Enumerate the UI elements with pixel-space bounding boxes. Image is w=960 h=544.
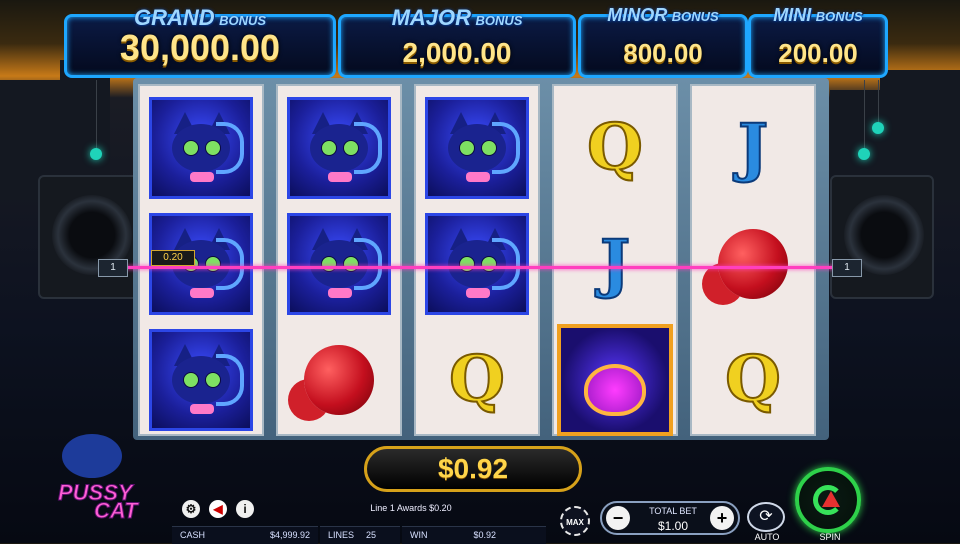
jackpot-mini: MINI BONUS 200.00 (748, 5, 888, 78)
jackpot-mini-subtitle: BONUS (815, 9, 863, 24)
cat-symbol-icon (425, 213, 529, 315)
hanging-light (872, 122, 884, 134)
cat-symbol-icon (149, 97, 253, 199)
cash-label: CASH (180, 530, 206, 540)
payline-marker-left[interactable]: 1 (98, 259, 128, 277)
letter-q-symbol-icon: Q (724, 342, 782, 417)
right-speaker (830, 175, 934, 299)
reel-symbol (140, 90, 262, 206)
jackpot-grand: GRAND BONUS 30,000.00 (64, 5, 336, 78)
cat-symbol-icon (149, 329, 253, 431)
reel-5: JQ (690, 84, 816, 436)
reel-symbol (278, 322, 400, 438)
reel-symbol: J (692, 90, 814, 206)
increase-bet-button[interactable]: + (710, 506, 734, 530)
reel-symbol (278, 206, 400, 322)
payline-1 (120, 266, 840, 269)
payline-marker-right[interactable]: 1 (832, 259, 862, 277)
win-label: WIN (410, 530, 428, 540)
paw-wild-symbol-icon (557, 324, 673, 436)
jackpot-grand-value: 30,000.00 (119, 27, 281, 68)
hanging-light (90, 148, 102, 160)
reel-symbol (692, 206, 814, 322)
cat-symbol-icon (425, 97, 529, 199)
jackpot-minor: MINOR BONUS 800.00 (578, 5, 748, 78)
total-bet-control: − TOTAL BET $1.00 + (600, 501, 740, 535)
cash-stat: CASH $4,999.92 (172, 526, 318, 544)
cash-value: $4,999.92 (269, 530, 310, 540)
hanging-light (858, 148, 870, 160)
reel-symbol (554, 322, 676, 438)
sound-off-icon[interactable]: ◀ (209, 500, 227, 518)
max-bet-button[interactable]: MAX (560, 506, 590, 536)
letter-j-symbol-icon: J (599, 226, 631, 301)
yarn-ball-symbol-icon (304, 345, 374, 415)
reel-symbol: J (554, 206, 676, 322)
reel-symbol (140, 322, 262, 438)
line-win-tag: 0.20 (151, 250, 195, 266)
autoplay-button[interactable]: ⟳ (747, 502, 785, 532)
reel-symbol (416, 90, 538, 206)
jackpot-mini-title: MINI (773, 5, 812, 25)
reel-symbol: Q (554, 90, 676, 206)
letter-q-symbol-icon: Q (448, 342, 506, 417)
jackpot-minor-value: 800.00 (623, 38, 703, 68)
win-stat: WIN $0.92 (402, 526, 546, 544)
hanging-wire (864, 80, 865, 150)
total-bet-value: $1.00 (657, 519, 689, 533)
reel-symbol (278, 90, 400, 206)
jackpot-major-value: 2,000.00 (402, 37, 512, 68)
jackpot-grand-subtitle: BONUS (219, 13, 267, 28)
spin-logo-icon (822, 491, 840, 507)
jackpot-major: MAJOR BONUS 2,000.00 (338, 5, 576, 78)
lines-label: LINES (328, 530, 355, 540)
jackpot-major-subtitle: BONUS (475, 13, 523, 28)
hanging-wire (96, 80, 97, 150)
reel-4: QJ (552, 84, 678, 436)
decrease-bet-button[interactable]: − (606, 506, 630, 530)
info-icon[interactable]: i (236, 500, 254, 518)
cat-symbol-icon (287, 97, 391, 199)
logo-cat-icon (62, 434, 122, 478)
spin-label: SPIN (819, 532, 841, 542)
reel-symbol: Q (416, 322, 538, 438)
yarn-ball-symbol-icon (718, 229, 788, 299)
autoplay-label: AUTO (754, 532, 780, 542)
lines-value: 25 (365, 530, 376, 540)
spin-button[interactable] (795, 467, 861, 533)
jackpot-minor-title: MINOR (607, 5, 668, 25)
letter-j-symbol-icon: J (737, 110, 769, 185)
reel-3: Q (414, 84, 540, 436)
cat-symbol-icon (287, 213, 391, 315)
win-message: Line 1 Awards $0.20 (370, 503, 452, 513)
total-bet-label: TOTAL BET (649, 506, 697, 516)
jackpot-major-title: MAJOR (391, 5, 472, 30)
logo-text-line2: CAT (94, 498, 139, 524)
reel-symbol (416, 206, 538, 322)
letter-q-symbol-icon: Q (586, 110, 644, 185)
autoplay-icon: ⟳ (759, 508, 773, 525)
gear-icon[interactable]: ⚙ (182, 500, 200, 518)
left-speaker (38, 175, 142, 299)
jackpot-minor-subtitle: BONUS (671, 9, 719, 24)
game-logo: PUSSY CAT (52, 432, 162, 524)
lines-stat: LINES 25 (320, 526, 400, 544)
hanging-wire (878, 80, 879, 125)
reel-2 (276, 84, 402, 436)
win-amount-display: $0.92 (364, 446, 582, 492)
jackpot-mini-value: 200.00 (778, 38, 858, 68)
win-value: $0.92 (473, 530, 496, 540)
reel-symbol: Q (692, 322, 814, 438)
